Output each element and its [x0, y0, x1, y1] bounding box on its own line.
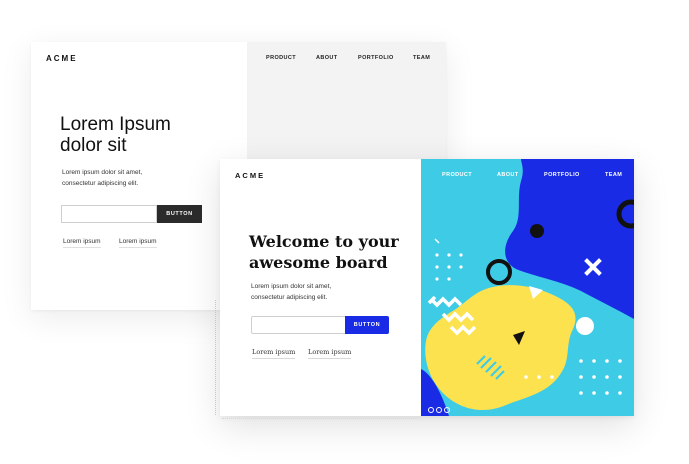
hero-subtitle: Lorem ipsum dolor sit amet, consectetur … — [62, 167, 212, 189]
footer-link-1[interactable]: Lorem ipsum — [252, 348, 296, 359]
email-input[interactable] — [251, 316, 346, 334]
dotted-decoration — [222, 418, 420, 420]
hero-title-line-1: Lorem Ipsum — [60, 114, 171, 135]
memphis-illustration — [421, 159, 634, 416]
hero-title-line-2: dolor sit — [60, 135, 127, 156]
dotted-decoration — [215, 300, 219, 415]
board-card: ACME Welcome to your awesome board Lorem… — [220, 159, 634, 416]
submit-button[interactable]: BUTTON — [157, 205, 202, 223]
logo[interactable]: ACME — [46, 54, 78, 63]
nav-about[interactable]: ABOUT — [497, 172, 519, 178]
footer-link-1[interactable]: Lorem ipsum — [63, 238, 101, 248]
email-input[interactable] — [61, 205, 157, 223]
nav-product[interactable]: PRODUCT — [266, 55, 296, 61]
art-dot-black — [530, 224, 544, 238]
art-circle-white — [576, 317, 594, 335]
nav-about[interactable]: ABOUT — [316, 55, 338, 61]
hero-title: Lorem Ipsum dolor sit — [60, 114, 230, 156]
logo[interactable]: ACME — [235, 171, 265, 180]
hero-subtitle-line-2: consectetur adipiscing elit. — [62, 180, 139, 187]
footer-link-2[interactable]: Lorem ipsum — [119, 238, 157, 248]
hero-title-line-1: Welcome to your — [249, 232, 399, 251]
nav-team[interactable]: TEAM — [605, 172, 622, 178]
hero-title: Welcome to your awesome board — [249, 231, 409, 273]
nav-product[interactable]: PRODUCT — [442, 172, 472, 178]
hero-subtitle-line-2: consectetur adipiscing elit. — [251, 294, 328, 301]
hero-title-line-2: awesome board — [249, 253, 388, 272]
nav-portfolio[interactable]: PORTFOLIO — [544, 172, 580, 178]
nav-team[interactable]: TEAM — [413, 55, 430, 61]
hero-subtitle-line-1: Lorem ipsum dolor sit amet, — [62, 169, 143, 176]
footer-link-2[interactable]: Lorem ipsum — [308, 348, 352, 359]
hero-subtitle: Lorem ipsum dolor sit amet, consectetur … — [251, 281, 401, 303]
submit-button[interactable]: BUTTON — [345, 316, 389, 334]
memphis-illustration-svg — [421, 159, 634, 416]
hero-subtitle-line-1: Lorem ipsum dolor sit amet, — [251, 283, 332, 290]
nav-portfolio[interactable]: PORTFOLIO — [358, 55, 394, 61]
